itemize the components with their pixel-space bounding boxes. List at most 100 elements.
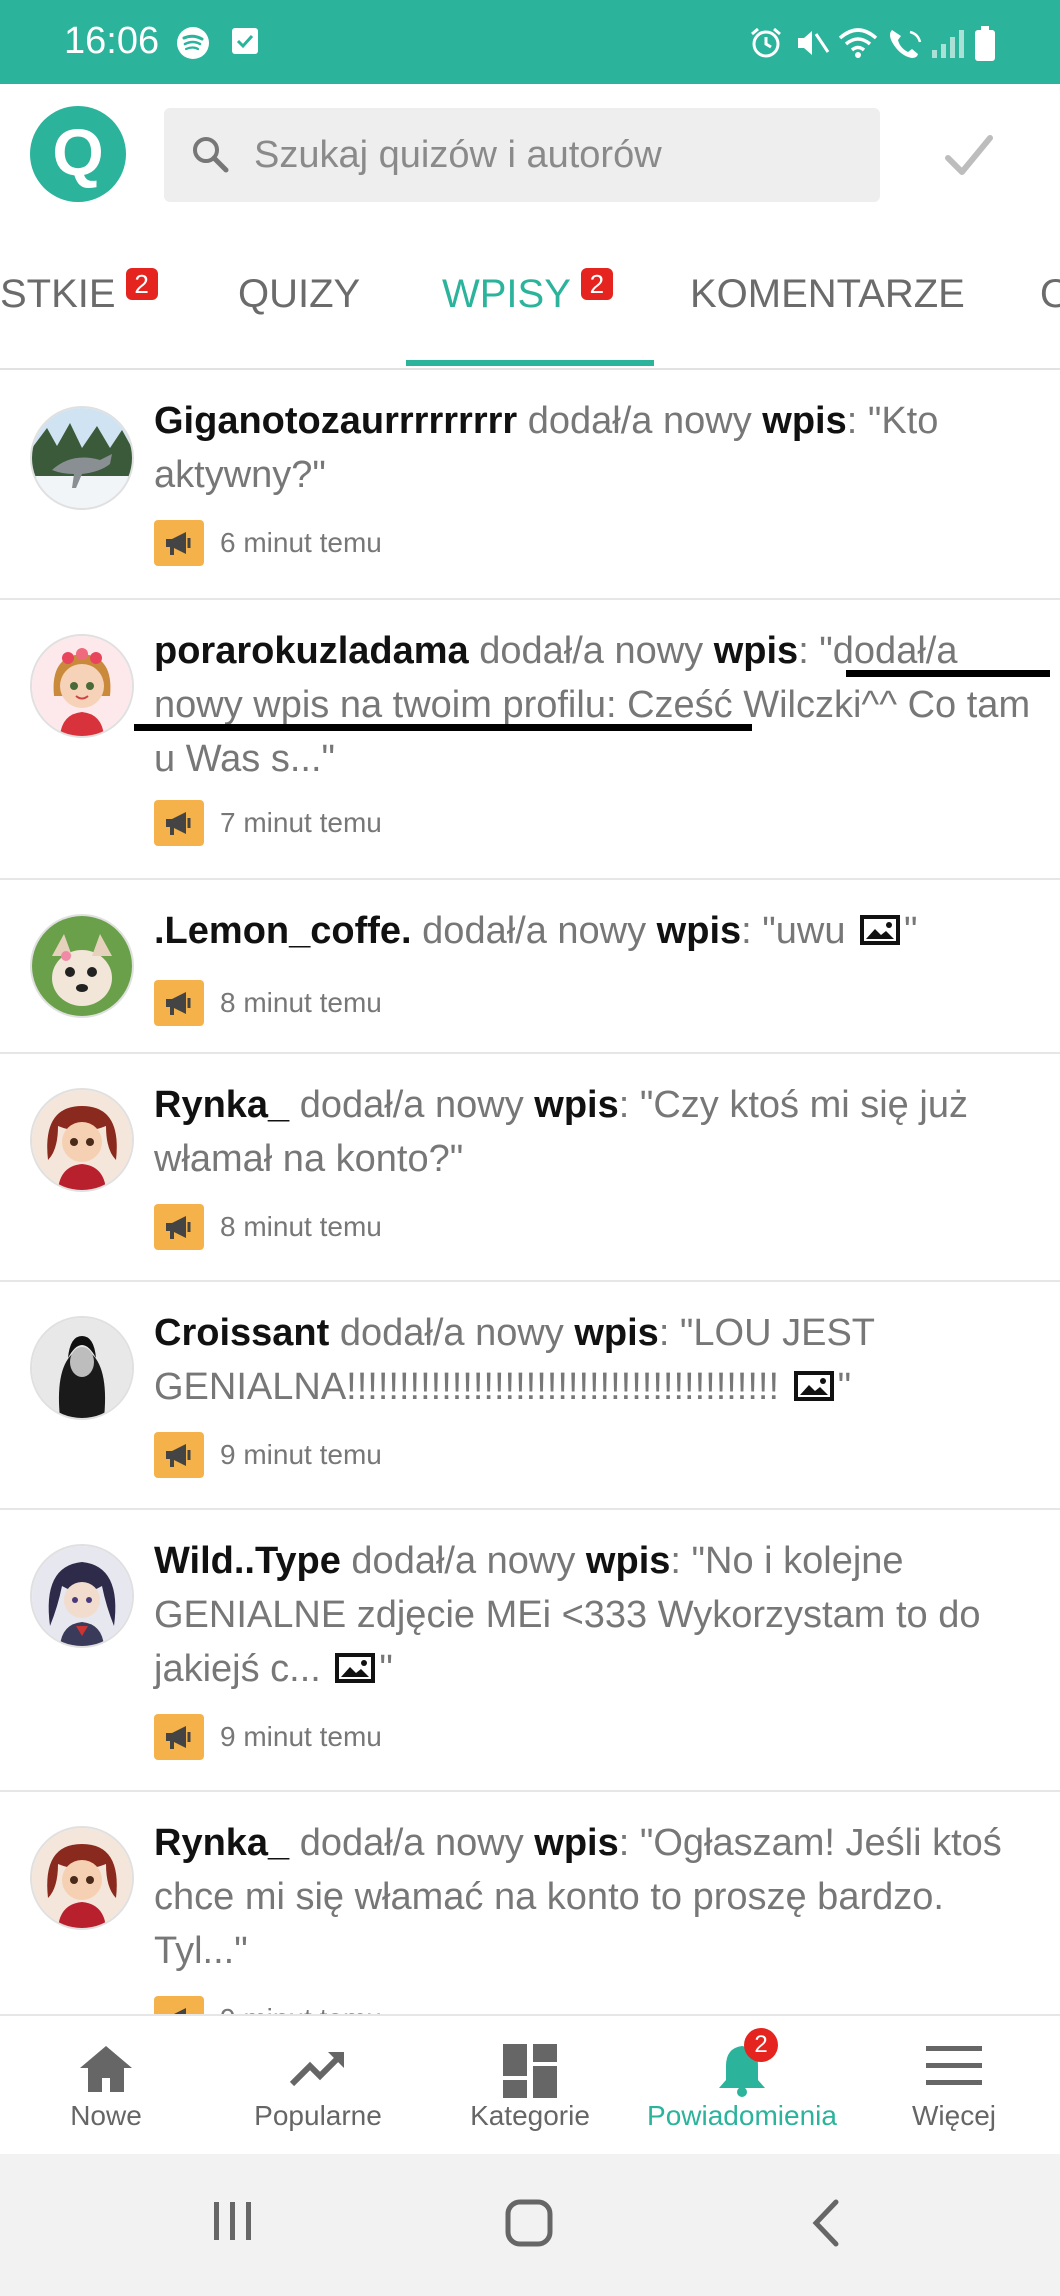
megaphone-icon [154,1432,204,1478]
status-time: 16:06 [64,20,160,62]
username[interactable]: .Lemon_coffe. [154,910,412,952]
tab-posts[interactable]: WPISY 2 [442,268,613,317]
avatar[interactable] [30,406,134,510]
notification-text: Croissant dodał/a nowy wpis: "LOU JEST G… [154,1306,1040,1416]
signal-icon [930,26,966,60]
notification-item[interactable]: Giganotozaurrrrrrrrr dodał/a nowy wpis: … [0,370,1060,600]
avatar[interactable] [30,914,134,1018]
action-text: dodał/a nowy [479,630,704,672]
tab-other-label: O [1040,272,1060,316]
entry-excerpt-end: " [904,910,918,952]
tab-quizzes-label: QUIZY [238,272,361,316]
entry-type: wpis [534,1822,619,1864]
notification-tabs: STKIE 2 QUIZY WPISY 2 KOMENTARZE O [0,224,1060,370]
notification-item[interactable]: Wild..Type dodał/a nowy wpis: "No i kole… [0,1510,1060,1792]
recent-apps-button[interactable] [210,2198,256,2249]
notification-meta: 9 minut temu [154,1432,382,1478]
entry-type: wpis [534,1084,619,1126]
bottom-navigation: Nowe Popularne Kategorie 2 Powiadomienia… [0,2014,1060,2156]
notification-meta: 9 minut temu [154,1714,382,1760]
notification-text: Wild..Type dodał/a nowy wpis: "No i kole… [154,1534,1040,1698]
notification-item[interactable]: .Lemon_coffe. dodał/a nowy wpis: "uwu " … [0,880,1060,1054]
app-header: Q Szukaj quizów i autorów [0,84,1060,224]
avatar[interactable] [30,634,134,738]
menu-icon [848,2044,1060,2088]
nav-notifications[interactable]: 2 Powiadomienia [636,2016,848,2156]
battery-icon [974,26,996,62]
image-attachment-icon [860,906,901,960]
mute-icon [794,26,830,60]
search-placeholder: Szukaj quizów i autorów [254,134,662,176]
notifications-badge: 2 [744,2028,778,2062]
back-button[interactable] [806,2198,846,2253]
nav-label: Kategorie [470,2100,590,2131]
annotation-underline [846,670,1050,677]
search-input[interactable]: Szukaj quizów i autorów [164,108,880,202]
notification-item[interactable]: Rynka_ dodał/a nowy wpis: "Czy ktoś mi s… [0,1054,1060,1282]
notification-item[interactable]: Rynka_ dodał/a nowy wpis: "Ogłaszam! Jeś… [0,1792,1060,2014]
action-text: dodał/a nowy [422,910,647,952]
tab-posts-label: WPISY [442,272,571,316]
alarm-icon [748,26,784,60]
tab-all[interactable]: STKIE 2 [0,268,158,317]
username[interactable]: Giganotozaurrrrrrrrr [154,400,517,442]
entry-excerpt: : "uwu [741,910,857,952]
app-logo[interactable]: Q [30,106,126,202]
annotation-underline [134,724,752,731]
wifi-call-icon [886,26,926,60]
action-text: dodał/a nowy [339,1312,564,1354]
wifi-icon [838,26,878,60]
status-bar: 16:06 [0,0,1060,84]
entry-type: wpis [585,1540,671,1582]
nav-new[interactable]: Nowe [0,2016,212,2156]
notification-item[interactable]: Croissant dodał/a nowy wpis: "LOU JEST G… [0,1282,1060,1510]
tab-all-label: STKIE [0,272,116,316]
nav-popular[interactable]: Popularne [212,2016,424,2156]
entry-type: wpis [656,910,742,952]
timestamp: 9 minut temu [220,1439,382,1470]
checkbox-notification-icon [230,26,260,56]
notification-meta: 7 minut temu [154,800,382,846]
tab-other[interactable]: O [1040,272,1060,317]
notification-text: Rynka_ dodał/a nowy wpis: "Ogłaszam! Jeś… [154,1816,1040,1978]
avatar[interactable] [30,1544,134,1648]
notification-item[interactable]: porarokuzladama dodał/a nowy wpis: "doda… [0,600,1060,880]
avatar[interactable] [30,1088,134,1192]
timestamp: 9 minut temu [220,1721,382,1752]
entry-excerpt-end: " [837,1366,852,1408]
notification-text: porarokuzladama dodał/a nowy wpis: "doda… [154,624,1040,786]
spotify-icon [176,26,210,60]
timestamp: 8 minut temu [220,987,382,1018]
image-attachment-icon [793,1362,834,1416]
action-text: dodał/a nowy [299,1822,524,1864]
active-tab-indicator [406,360,654,366]
username[interactable]: porarokuzladama [154,630,469,672]
nav-categories[interactable]: Kategorie [424,2016,636,2156]
avatar[interactable] [30,1316,134,1420]
bell-icon [636,2044,848,2098]
username[interactable]: Wild..Type [154,1540,341,1582]
username[interactable]: Rynka_ [154,1084,289,1126]
entry-excerpt-end: " [379,1648,393,1690]
entry-type: wpis [574,1312,659,1354]
logo-letter: Q [52,115,104,189]
megaphone-icon [154,800,204,846]
tab-comments-label: KOMENTARZE [690,272,965,316]
entry-type: wpis [713,630,799,672]
nav-label: Więcej [911,2100,996,2131]
avatar[interactable] [30,1826,134,1930]
system-navigation-bar [0,2154,1060,2296]
username[interactable]: Croissant [154,1312,329,1354]
notification-feed[interactable]: Giganotozaurrrrrrrrr dodał/a nowy wpis: … [0,370,1060,2014]
notification-meta: 6 minut temu [154,520,382,566]
tab-quizzes[interactable]: QUIZY [238,272,360,317]
tab-comments[interactable]: KOMENTARZE [690,272,965,317]
megaphone-icon [154,1996,204,2014]
timestamp: 9 minut temu [220,2003,382,2014]
mark-all-read-check-icon[interactable] [944,134,994,183]
username[interactable]: Rynka_ [154,1822,289,1864]
nav-more[interactable]: Więcej [848,2016,1060,2156]
megaphone-icon [154,1204,204,1250]
home-button[interactable] [504,2198,554,2253]
home-icon [0,2044,212,2094]
